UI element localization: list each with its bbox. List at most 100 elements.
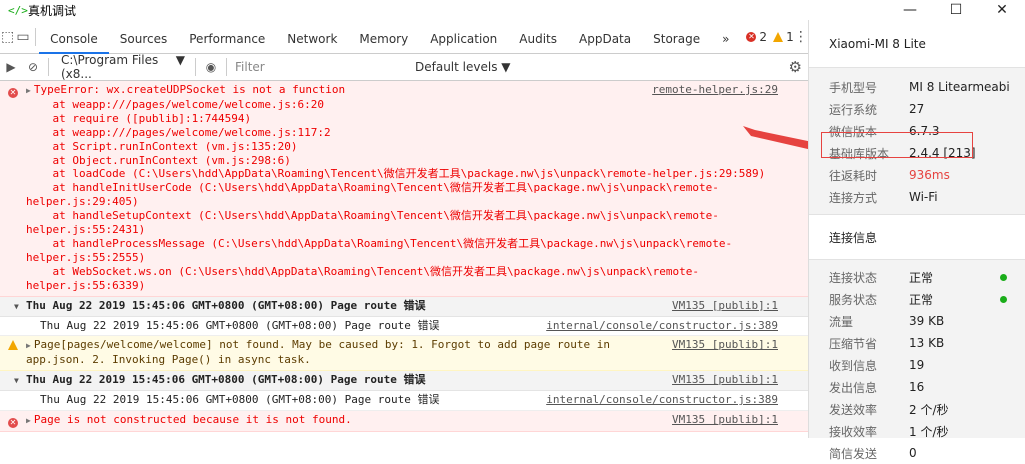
stack-line: at Script.runInContext (vm.js:135:20) <box>26 139 298 153</box>
clear-console-icon[interactable]: ⊘ <box>22 60 44 74</box>
info-row-network: 连接方式 Wi-Fi <box>829 190 938 205</box>
connection-info-title: 连接信息 <box>809 214 1025 260</box>
issue-counter[interactable]: ✕ 2 1 <box>746 29 794 44</box>
error-stack-trace: at weapp:///pages/welcome/welcome.js:6:2… <box>26 98 778 293</box>
chevron-down-icon: ▼ <box>175 53 185 67</box>
group-source-link[interactable]: VM135 [publib]:1 <box>672 373 778 387</box>
error-count-icon: ✕ <box>746 31 757 42</box>
toolbar-divider <box>34 27 36 46</box>
console-warning-message[interactable]: VM135 [publib]:1 ▶ Page[pages/welcome/wel… <box>0 336 808 372</box>
console-log-message: Thu Aug 22 2019 15:45:06 GMT+0800 (GMT+0… <box>0 391 808 412</box>
log-source-link[interactable]: internal/console/constructor.js:389 <box>546 393 778 407</box>
warning-count-icon <box>773 31 784 42</box>
group-source-link[interactable]: VM135 [publib]:1 <box>672 299 778 313</box>
console-group-header[interactable]: ▼ Thu Aug 22 2019 15:45:06 GMT+0800 (GMT… <box>0 296 808 317</box>
stack-line: helper.js:55:2555) <box>26 250 146 264</box>
group-title: Thu Aug 22 2019 15:45:06 GMT+0800 (GMT+0… <box>26 373 426 387</box>
gear-icon[interactable]: ⚙ <box>789 58 802 76</box>
devtools-toolbar: ⬚ ▭ Console Sources Performance Network … <box>0 20 808 54</box>
maximize-button[interactable]: ☐ <box>933 0 979 20</box>
window-title: 真机调试 <box>28 3 77 18</box>
status-dot-icon <box>1000 295 1007 303</box>
highlight-box <box>821 132 973 158</box>
filter-divider <box>48 58 49 76</box>
warning-text-line2: app.json. 2. Invoking Page() in async ta… <box>26 353 311 367</box>
context-select-value: C:\Program Files (x8... <box>61 53 159 81</box>
log-text: Thu Aug 22 2019 15:45:06 GMT+0800 (GMT+0… <box>40 393 440 407</box>
info-row-os: 运行系统 27 <box>829 102 925 117</box>
console-group-header[interactable]: ▼ Thu Aug 22 2019 15:45:06 GMT+0800 (GMT… <box>0 371 808 392</box>
filter-divider-3 <box>226 58 227 76</box>
console-error-message[interactable]: ✕ remote-helper.js:29 ▶ TypeError: wx.cre… <box>0 81 808 297</box>
stack-line: at Object.runInContext (vm.js:298:6) <box>26 153 291 167</box>
context-select[interactable]: C:\Program Files (x8... ▼ <box>53 53 191 81</box>
conn-row-recv-rate: 接收效率 1 个/秒 <box>829 424 949 439</box>
expand-triangle-icon[interactable]: ▶ <box>26 341 31 350</box>
filter-input[interactable] <box>231 58 411 76</box>
window-controls: — ☐ ✕ <box>887 0 1025 20</box>
close-button[interactable]: ✕ <box>979 0 1025 20</box>
tab-application[interactable]: Application <box>419 20 508 54</box>
error-icon: ✕ <box>8 88 18 98</box>
more-tabs-button[interactable]: » <box>711 20 740 54</box>
conn-row-saved: 压缩节省 13 KB <box>829 336 945 351</box>
group-title: Thu Aug 22 2019 15:45:06 GMT+0800 (GMT+0… <box>26 298 426 312</box>
conn-row-service: 服务状态 正常 <box>809 288 1025 310</box>
tab-storage[interactable]: Storage <box>642 20 711 54</box>
conn-row-received: 收到信息 19 <box>829 358 925 373</box>
console-error-message[interactable]: ✕ VM135 [publib]:1 ▶ Page is not construc… <box>0 411 808 432</box>
stack-line: at handleProcessMessage (C:\Users\hdd\Ap… <box>26 236 733 250</box>
conn-row-sent: 发出信息 16 <box>829 380 925 395</box>
tab-sources[interactable]: Sources <box>109 20 178 54</box>
device-info-panel: Xiaomi-MI 8 Lite 手机型号MI 8 Litearmeabi...… <box>808 20 1025 461</box>
warning-icon <box>8 340 18 354</box>
tab-audits[interactable]: Audits <box>508 20 568 54</box>
warning-source-link[interactable]: VM135 [publib]:1 <box>672 338 778 352</box>
error-icon: ✕ <box>8 418 18 429</box>
error-source-link[interactable]: remote-helper.js:29 <box>652 83 778 97</box>
stack-line: at WebSocket.ws.on (C:\Users\hdd\AppData… <box>26 264 700 278</box>
expand-triangle-icon[interactable]: ▶ <box>26 416 31 425</box>
tab-appdata[interactable]: AppData <box>568 20 642 54</box>
console-log-message: Thu Aug 22 2019 15:45:06 GMT+0800 (GMT+0… <box>0 317 808 337</box>
inspect-element-icon[interactable]: ⬚ <box>0 29 15 45</box>
log-source-link[interactable]: internal/console/constructor.js:389 <box>546 319 778 333</box>
error-count: 2 <box>759 29 768 44</box>
device-name: Xiaomi-MI 8 Lite <box>809 20 1025 68</box>
console-filter-bar: ▶ ⊘ C:\Program Files (x8... ▼ ◉ Default l… <box>0 53 808 81</box>
tab-console[interactable]: Console <box>39 20 109 54</box>
title-bar: </> 真机调试 — ☐ ✕ <box>0 0 1025 20</box>
error-message-text: TypeError: wx.createUDPSocket is not a f… <box>33 83 346 96</box>
devtools-icon: </> <box>8 3 28 17</box>
conn-row-status: 连接状态 正常 <box>809 266 1025 288</box>
conn-row-send-rate: 发送效率 2 个/秒 <box>829 402 949 417</box>
sidebar-toggle-icon[interactable]: ▶ <box>0 60 22 74</box>
stack-line: at loadCode (C:\Users\hdd\AppData\Roamin… <box>26 167 766 181</box>
group-expand-icon[interactable]: ▼ <box>14 300 19 314</box>
stack-line: helper.js:55:2431) <box>26 223 146 237</box>
error-message-text: Page is not constructed because it is no… <box>33 413 352 427</box>
device-toggle-icon[interactable]: ▭ <box>15 29 30 45</box>
stack-line: helper.js:55:6339) <box>26 278 146 292</box>
minimize-button[interactable]: — <box>887 0 933 20</box>
expand-triangle-icon[interactable]: ▶ <box>26 86 31 95</box>
kebab-menu-icon[interactable]: ⋮ <box>794 29 808 45</box>
error-source-link[interactable]: VM135 [publib]:1 <box>672 413 778 427</box>
info-row-rtt: 往返耗时 936ms <box>829 168 950 183</box>
warning-count: 1 <box>786 29 794 44</box>
conn-row-extra: 简信发送 0 <box>829 446 917 461</box>
eye-icon[interactable]: ◉ <box>200 60 222 74</box>
log-levels-select[interactable]: Default levels ▼ <box>415 60 511 74</box>
status-dot-icon <box>1000 273 1007 281</box>
warning-text-line1: Page[pages/welcome/welcome] not found. M… <box>33 338 610 352</box>
stack-line: at handleSetupContext (C:\Users\hdd\AppD… <box>26 209 719 223</box>
conn-row-traffic: 流量 39 KB <box>829 314 945 329</box>
filter-divider-2 <box>195 58 196 76</box>
tab-performance[interactable]: Performance <box>178 20 276 54</box>
stack-line: helper.js:29:405) <box>26 195 139 209</box>
tab-memory[interactable]: Memory <box>348 20 419 54</box>
tab-network[interactable]: Network <box>276 20 348 54</box>
group-expand-icon[interactable]: ▼ <box>14 374 19 388</box>
stack-line[interactable]: at weapp:///pages/welcome/welcome.js:6:2… <box>26 98 778 112</box>
stack-line[interactable]: at weapp:///pages/welcome/welcome.js:117… <box>26 126 778 140</box>
